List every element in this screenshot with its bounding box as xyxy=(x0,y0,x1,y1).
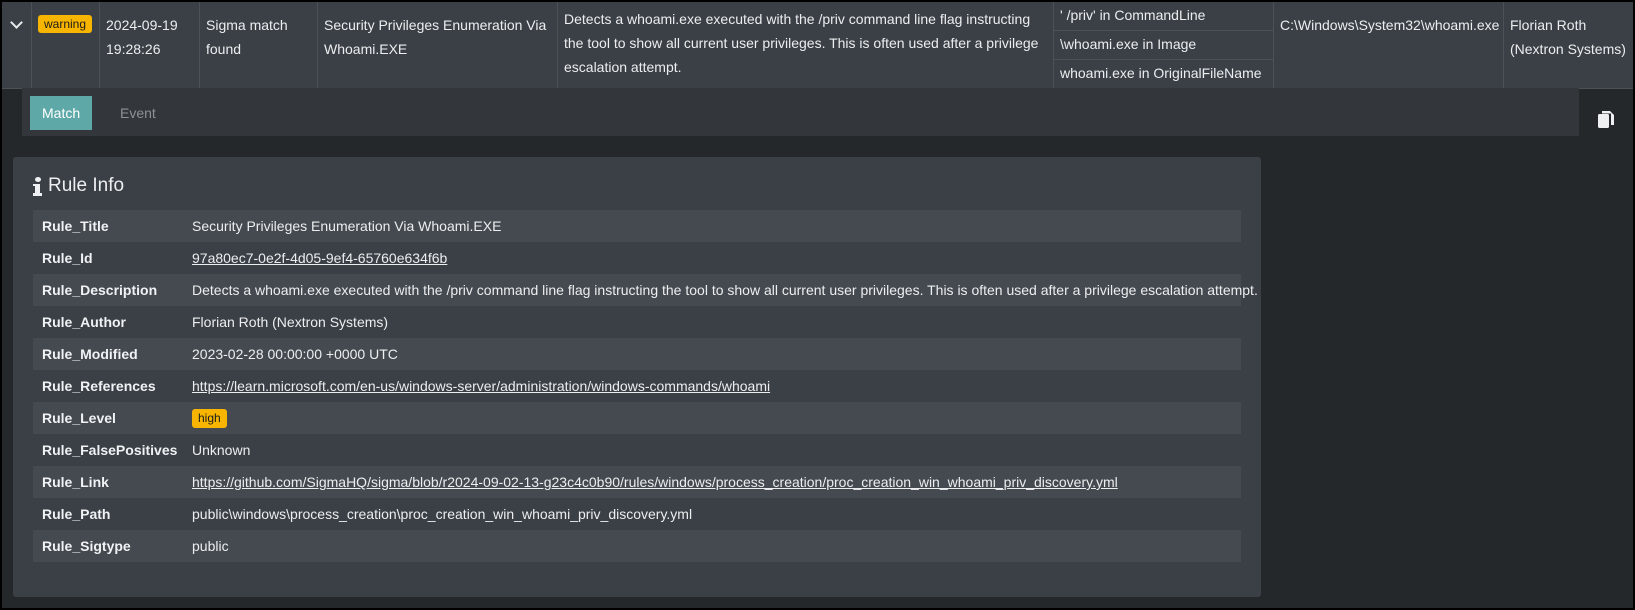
tab-match[interactable]: Match xyxy=(30,96,93,130)
rule-value: public\windows\process_creation\proc_cre… xyxy=(192,506,693,522)
rule-info-panel: Rule Info Rule_Title Security Privileges… xyxy=(13,157,1261,597)
timestamp-cell: 2024-09-19 19:28:26 xyxy=(100,2,200,88)
expand-toggle[interactable] xyxy=(2,2,32,88)
event-title-cell: Sigma match found xyxy=(200,2,318,88)
rule-key: Rule_FalsePositives xyxy=(42,442,178,458)
table-row: Rule_Description Detects a whoami.exe ex… xyxy=(33,274,1258,306)
match-item: whoami.exe in OriginalFileName xyxy=(1060,65,1262,81)
table-row: Rule_References https://learn.microsoft.… xyxy=(33,370,1241,402)
detail-tab-bar: Match Event xyxy=(22,88,1579,136)
panel-title: Rule Info xyxy=(48,175,125,196)
rule-value: Unknown xyxy=(192,442,251,458)
table-row: Rule_FalsePositives Unknown xyxy=(33,434,1241,466)
table-row: Rule_Author Florian Roth (Nextron System… xyxy=(33,306,1241,338)
rule-key: Rule_Id xyxy=(42,250,93,266)
tab-event[interactable]: Event xyxy=(108,96,168,130)
copy-icon[interactable] xyxy=(1597,110,1615,130)
chevron-down-icon[interactable] xyxy=(10,16,23,29)
rule-value: public xyxy=(192,538,229,554)
rule-title-cell: Security Privileges Enumeration Via Whoa… xyxy=(318,2,558,88)
timestamp-time: 19:28:26 xyxy=(106,41,161,57)
rule-link[interactable]: https://github.com/SigmaHQ/sigma/blob/r2… xyxy=(192,474,1118,490)
level-cell: warning xyxy=(32,2,100,88)
rule-key: Rule_Title xyxy=(42,218,109,234)
table-row: Rule_Path public\windows\process_creatio… xyxy=(33,498,1241,530)
image-path-cell: C:\Windows\System32\whoami.exe xyxy=(1274,2,1504,88)
table-row: Rule_Title Security Privileges Enumerati… xyxy=(33,210,1241,242)
rule-key: Rule_Author xyxy=(42,314,126,330)
info-icon xyxy=(33,176,42,196)
rule-key: Rule_Link xyxy=(42,474,109,490)
rule-info-table: Rule_Title Security Privileges Enumerati… xyxy=(33,210,1258,562)
rule-value: Security Privileges Enumeration Via Whoa… xyxy=(192,218,502,234)
rule-key: Rule_Level xyxy=(42,410,116,426)
references-link[interactable]: https://learn.microsoft.com/en-us/window… xyxy=(192,378,770,394)
panel-header: Rule Info xyxy=(33,175,124,197)
rule-key: Rule_Description xyxy=(42,282,158,298)
rule-key: Rule_Sigtype xyxy=(42,538,131,554)
rule-value: Florian Roth (Nextron Systems) xyxy=(192,314,389,330)
level-badge: warning xyxy=(38,15,93,33)
table-row: Rule_Id 97a80ec7-0e2f-4d05-9ef4-65760e63… xyxy=(33,242,1241,274)
level-badge: high xyxy=(192,408,227,428)
rule-key: Rule_Modified xyxy=(42,346,138,362)
author-cell: Florian Roth (Nextron Systems) xyxy=(1510,17,1626,57)
table-row: Rule_Sigtype public xyxy=(33,530,1241,562)
rule-key: Rule_References xyxy=(42,378,156,394)
alert-summary-row[interactable]: warning 2024-09-19 19:28:26 Sigma match … xyxy=(2,2,1633,89)
match-item: \whoami.exe in Image xyxy=(1054,31,1273,60)
rule-key: Rule_Path xyxy=(42,506,111,522)
rule-id-link[interactable]: 97a80ec7-0e2f-4d05-9ef4-65760e634f6b xyxy=(192,250,447,266)
match-item: ' /priv' in CommandLine xyxy=(1054,2,1273,31)
table-row: Rule_Modified 2023-02-28 00:00:00 +0000 … xyxy=(33,338,1241,370)
table-row: Rule_Level high xyxy=(33,402,1241,434)
description-cell: Detects a whoami.exe executed with the /… xyxy=(558,2,1054,88)
matches-cell: ' /priv' in CommandLine \whoami.exe in I… xyxy=(1054,2,1274,88)
rule-value: 2023-02-28 00:00:00 +0000 UTC xyxy=(192,346,398,362)
timestamp-date: 2024-09-19 xyxy=(106,17,178,33)
alert-detail-view: warning 2024-09-19 19:28:26 Sigma match … xyxy=(0,0,1635,610)
rule-value: Detects a whoami.exe executed with the /… xyxy=(192,282,1258,298)
table-row: Rule_Link https://github.com/SigmaHQ/sig… xyxy=(33,466,1241,498)
